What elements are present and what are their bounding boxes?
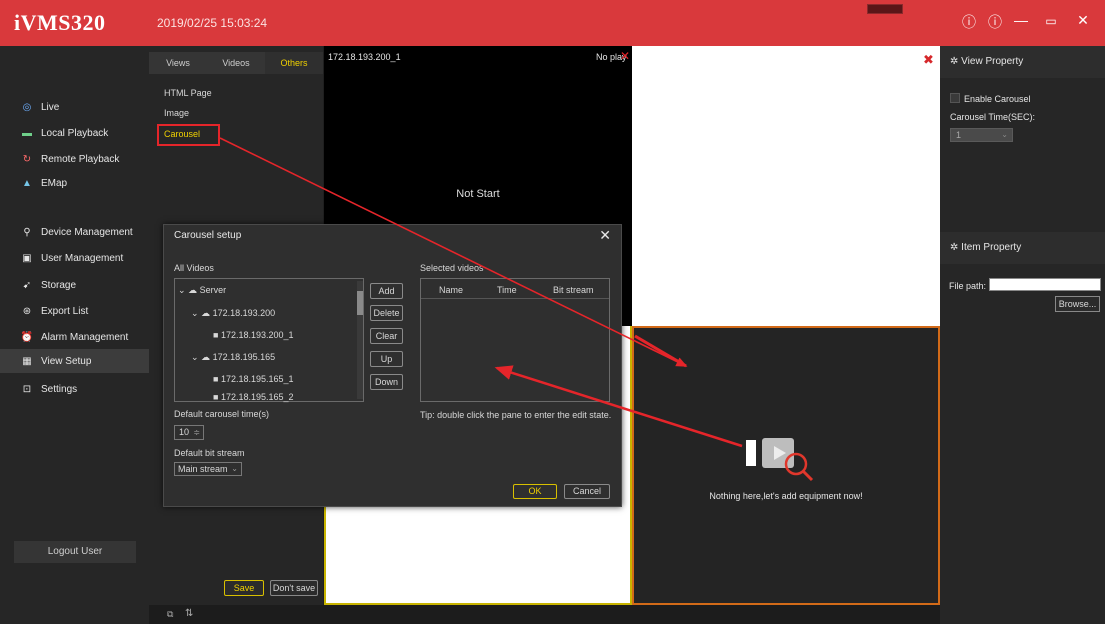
annotation-arrows bbox=[219, 137, 743, 448]
arrow-thick-segment bbox=[634, 334, 687, 368]
arrow-carousel-to-pane bbox=[219, 137, 688, 367]
arrow-pane-to-selected bbox=[494, 365, 743, 448]
